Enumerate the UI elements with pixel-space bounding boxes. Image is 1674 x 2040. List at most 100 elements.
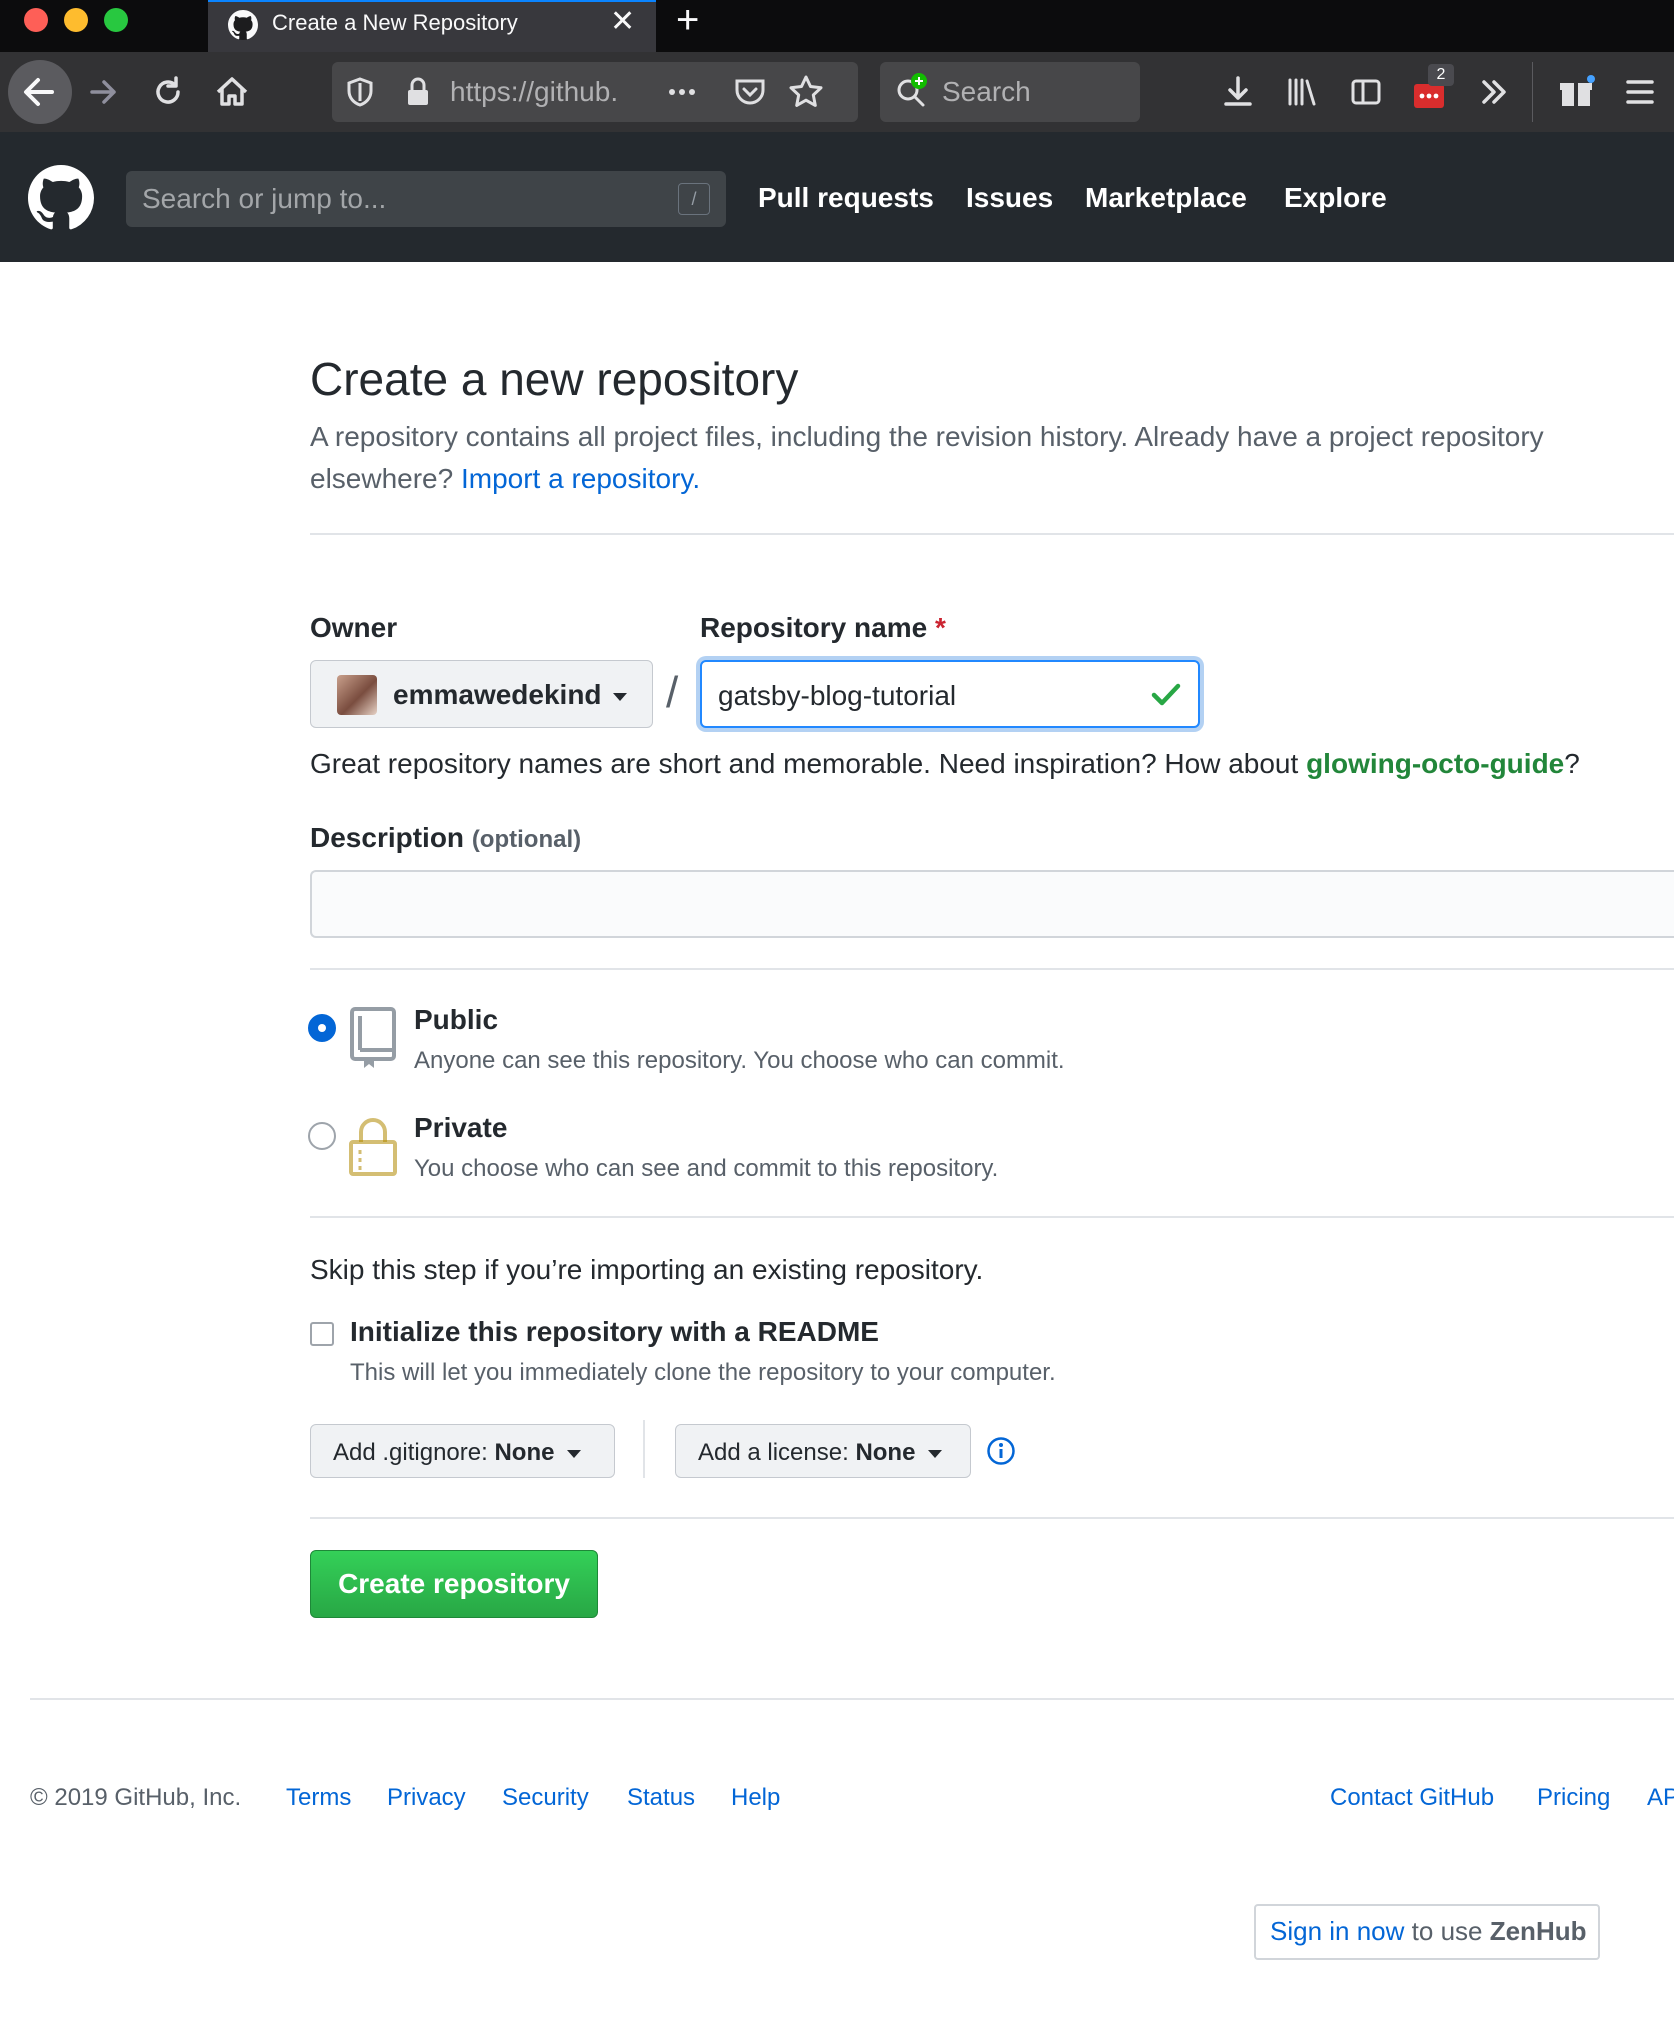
github-search-input[interactable]: Search or jump to... /	[126, 171, 726, 227]
github-header: Search or jump to... / Pull requests Iss…	[0, 132, 1674, 262]
create-repository-button[interactable]: Create repository	[310, 1550, 598, 1618]
lock-icon[interactable]	[396, 70, 440, 114]
url-bar[interactable]: https://github.	[332, 62, 858, 122]
required-asterisk: *	[934, 612, 946, 643]
name-suggestion-link[interactable]: glowing-octo-guide	[1306, 748, 1564, 779]
shield-icon[interactable]	[338, 70, 382, 114]
owner-name: emmawedekind	[393, 679, 602, 710]
description-label-text: Description	[310, 822, 465, 853]
downloads-icon[interactable]	[1216, 70, 1260, 114]
new-tab-button[interactable]: +	[676, 0, 699, 42]
back-arrow-icon[interactable]	[8, 60, 72, 124]
browser-toolbar: https://github. Search 2	[0, 52, 1674, 132]
footer-link-api[interactable]: AP	[1647, 1784, 1674, 1812]
public-title[interactable]: Public	[414, 1004, 498, 1036]
browser-tab[interactable]: Create a New Repository ✕	[208, 0, 656, 52]
nav-marketplace[interactable]: Marketplace	[1085, 182, 1247, 214]
url-text[interactable]: https://github.	[450, 76, 632, 108]
owner-repo-separator: /	[666, 668, 679, 717]
github-logo-icon[interactable]	[28, 165, 94, 231]
reload-icon[interactable]	[146, 70, 190, 114]
divider	[310, 1517, 1674, 1519]
repo-name-value[interactable]: gatsby-blog-tutorial	[718, 680, 956, 712]
repo-name-label: Repository name *	[700, 612, 946, 644]
public-description: Anyone can see this repository. You choo…	[414, 1047, 1065, 1074]
info-icon[interactable]	[986, 1436, 1016, 1466]
skip-step-note: Skip this step if you’re importing an ex…	[310, 1254, 984, 1285]
copyright: © 2019 GitHub, Inc.	[30, 1784, 242, 1811]
zenhub-signin-link[interactable]: Sign in now	[1270, 1916, 1404, 1946]
github-favicon-icon	[228, 10, 258, 40]
search-engine-icon[interactable]	[890, 68, 934, 112]
dropdown-separator	[643, 1420, 645, 1478]
repo-name-hint: Great repository names are short and mem…	[310, 748, 1580, 780]
footer-link-terms[interactable]: Terms	[286, 1784, 351, 1812]
browser-search-bar[interactable]: Search	[880, 62, 1140, 122]
owner-dropdown[interactable]: emmawedekind	[310, 660, 653, 728]
hamburger-menu-icon[interactable]	[1618, 70, 1662, 114]
browser-search-placeholder[interactable]: Search	[942, 76, 1031, 108]
gift-icon[interactable]	[1554, 70, 1598, 114]
check-icon	[1148, 676, 1184, 712]
license-dropdown[interactable]: Add a license: None	[675, 1424, 971, 1478]
window-close-button[interactable]	[24, 8, 48, 32]
library-icon[interactable]	[1280, 70, 1324, 114]
owner-label: Owner	[310, 612, 398, 643]
footer-link-security[interactable]: Security	[502, 1784, 589, 1812]
browser-tab-strip: Create a New Repository ✕ +	[0, 0, 1674, 52]
avatar	[337, 675, 377, 715]
gitignore-label: Add .gitignore:	[333, 1439, 488, 1466]
footer-link-help[interactable]: Help	[731, 1784, 780, 1812]
license-label: Add a license:	[698, 1439, 849, 1466]
page-subtitle: A repository contains all project files,…	[310, 416, 1660, 500]
lock-icon	[346, 1114, 400, 1178]
tab-close-icon[interactable]: ✕	[610, 4, 635, 40]
description-input[interactable]	[310, 870, 1674, 938]
caret-down-icon	[567, 1449, 582, 1458]
tab-title: Create a New Repository	[272, 10, 518, 35]
window-maximize-button[interactable]	[104, 8, 128, 32]
repo-name-input[interactable]: gatsby-blog-tutorial	[700, 660, 1200, 728]
zenhub-brand: ZenHub	[1489, 1916, 1587, 1946]
license-value: None	[855, 1439, 916, 1466]
window-minimize-button[interactable]	[64, 8, 88, 32]
bookmark-star-icon[interactable]	[784, 70, 828, 114]
caret-down-icon	[928, 1449, 943, 1458]
nav-issues[interactable]: Issues	[966, 182, 1053, 214]
gitignore-dropdown[interactable]: Add .gitignore: None	[310, 1424, 615, 1478]
extension-badge: 2	[1428, 64, 1454, 86]
private-description: You choose who can see and commit to thi…	[414, 1155, 999, 1182]
hint-end: ?	[1564, 748, 1580, 779]
private-title[interactable]: Private	[414, 1112, 507, 1144]
divider	[310, 533, 1674, 535]
description-label: Description (optional)	[310, 822, 581, 854]
optional-note: (optional)	[471, 826, 582, 853]
sidebar-toggle-icon[interactable]	[1344, 70, 1388, 114]
footer-link-status[interactable]: Status	[627, 1784, 695, 1812]
import-repository-link[interactable]: Import a repository.	[461, 463, 700, 494]
repo-book-icon	[346, 1006, 400, 1070]
footer-link-privacy[interactable]: Privacy	[387, 1784, 466, 1812]
overflow-chevrons-icon[interactable]	[1472, 70, 1516, 114]
divider	[310, 1216, 1674, 1218]
footer-link-pricing[interactable]: Pricing	[1537, 1784, 1610, 1812]
hint-text: Great repository names are short and mem…	[310, 748, 1299, 779]
divider	[310, 968, 1674, 970]
repo-name-label-text: Repository name	[700, 612, 928, 643]
pocket-icon[interactable]	[728, 70, 772, 114]
footer-link-contact[interactable]: Contact GitHub	[1330, 1784, 1494, 1812]
search-shortcut-key: /	[678, 183, 710, 215]
public-radio[interactable]	[308, 1014, 336, 1042]
forward-arrow-icon[interactable]	[82, 70, 126, 114]
readme-checkbox[interactable]	[310, 1322, 334, 1346]
page-actions-menu-icon[interactable]	[660, 70, 704, 114]
readme-label[interactable]: Initialize this repository with a README	[350, 1316, 879, 1348]
footer-divider	[30, 1698, 1674, 1700]
home-icon[interactable]	[210, 70, 254, 114]
nav-pull-requests[interactable]: Pull requests	[758, 182, 934, 214]
private-radio[interactable]	[308, 1122, 336, 1150]
toolbar-separator	[1532, 62, 1533, 122]
nav-explore[interactable]: Explore	[1284, 182, 1387, 214]
caret-down-icon	[613, 693, 627, 701]
github-search-placeholder[interactable]: Search or jump to...	[142, 183, 386, 215]
